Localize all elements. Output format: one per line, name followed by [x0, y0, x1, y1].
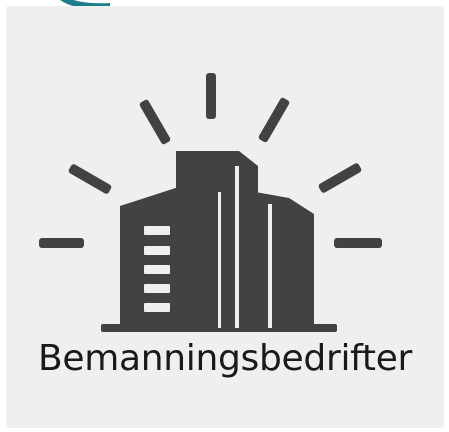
card-label: Bemanningsbedrifter — [37, 338, 413, 379]
office-building-icon — [39, 73, 382, 332]
staffing-agencies-card[interactable]: Bemanningsbedrifter — [6, 6, 444, 428]
